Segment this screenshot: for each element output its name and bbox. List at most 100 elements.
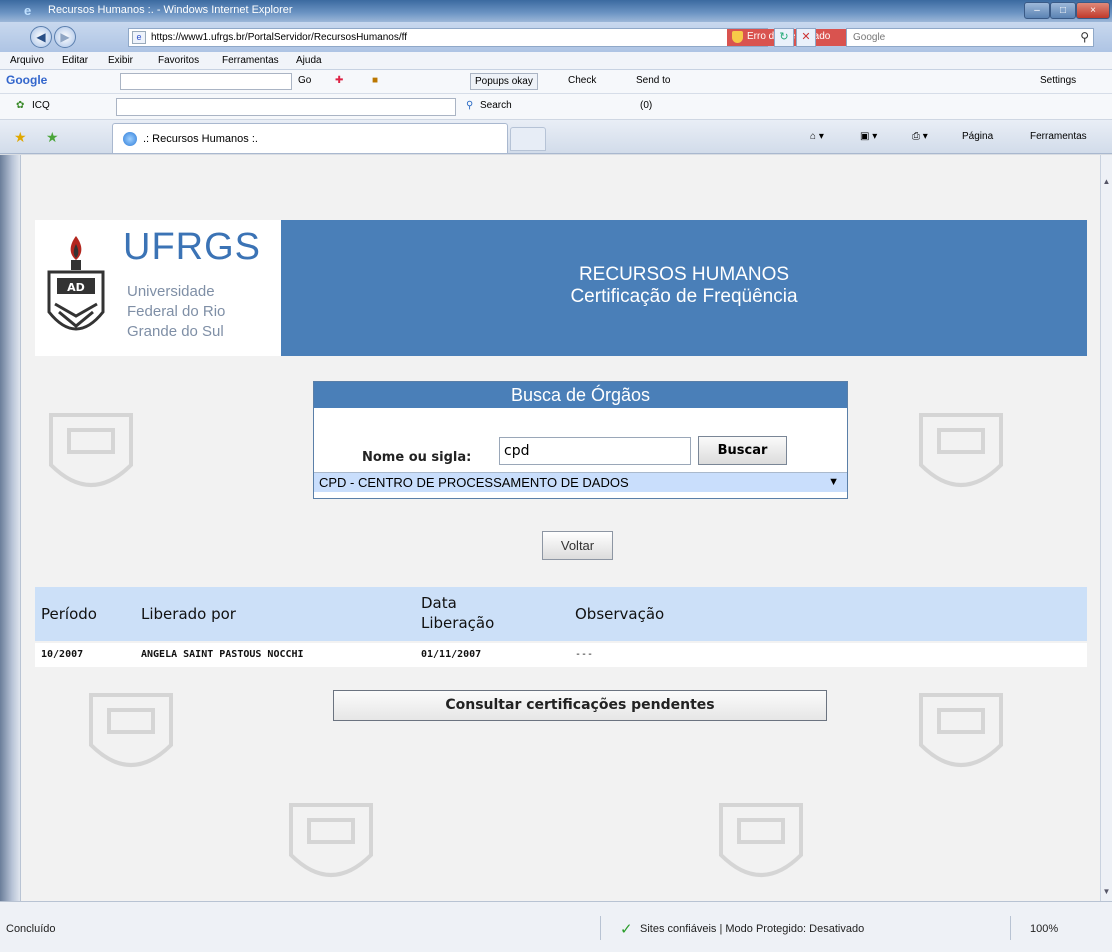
name-or-acronym-input[interactable]: cpd xyxy=(499,437,691,465)
maximize-button[interactable]: □ xyxy=(1050,2,1076,19)
menu-ajuda[interactable]: Ajuda xyxy=(296,55,322,66)
menu-bar: Arquivo Editar Exibir Favoritos Ferramen… xyxy=(0,52,1112,70)
scroll-up-icon[interactable]: ▲ xyxy=(1101,177,1112,191)
icq-search-input[interactable] xyxy=(116,98,456,116)
watermark-emblem xyxy=(919,693,1003,767)
header-banner: RECURSOS HUMANOS Certificação de Freqüên… xyxy=(281,220,1087,356)
icq-flower-icon: ✿ xyxy=(16,100,25,111)
favorites-star-icon[interactable]: ★ xyxy=(14,129,27,146)
close-button[interactable]: × xyxy=(1076,2,1110,19)
trusted-check-icon: ✓ xyxy=(620,921,633,938)
stop-button[interactable]: ✕ xyxy=(796,28,816,47)
ferramentas-menu[interactable]: Ferramentas xyxy=(1030,131,1087,142)
search-icon[interactable]: ⚲ xyxy=(1080,30,1089,44)
icq-logo: ICQ xyxy=(32,100,50,111)
feeds-icon[interactable]: ▣ ▾ xyxy=(860,131,877,142)
menu-ferramentas[interactable]: Ferramentas xyxy=(222,55,279,66)
watermark-emblem xyxy=(289,803,373,877)
ufrgs-logo: AD UFRGS Universidade Federal do Rio Gra… xyxy=(35,220,281,356)
header-observacao: Observação xyxy=(575,605,665,623)
ie-logo-icon: e xyxy=(24,3,32,18)
search-panel-header: Busca de Órgãos xyxy=(314,382,847,408)
address-toolbar: ◀ ▶ e https://www1.ufrgs.br/PortalServid… xyxy=(0,22,1112,52)
table-row: 10/2007 ANGELA SAINT PASTOUS NOCCHI 01/1… xyxy=(35,643,1087,667)
menu-exibir[interactable]: Exibir xyxy=(108,55,133,66)
buscar-button[interactable]: Buscar xyxy=(698,436,787,465)
header-liberado-por: Liberado por xyxy=(141,605,236,623)
status-text: Concluído xyxy=(6,923,56,935)
voltar-button[interactable]: Voltar xyxy=(542,531,613,560)
url-field[interactable]: e https://www1.ufrgs.br/PortalServidor/R… xyxy=(128,28,895,47)
forward-button[interactable]: ▶ xyxy=(54,26,76,48)
cell-data-liberacao: 01/11/2007 xyxy=(421,649,482,660)
refresh-button[interactable]: ↻ xyxy=(774,28,794,47)
tab-bar: ★ ★ .: Recursos Humanos :. ⌂ ▾ ▣ ▾ ⎙ ▾ P… xyxy=(0,120,1112,154)
back-button[interactable]: ◀ xyxy=(30,26,52,48)
google-go-button[interactable]: Go xyxy=(298,75,311,86)
tab-title: .: Recursos Humanos :. xyxy=(143,133,258,145)
zoom-level[interactable]: 100% xyxy=(1030,923,1058,935)
menu-arquivo[interactable]: Arquivo xyxy=(10,55,44,66)
page-icon: e xyxy=(132,31,146,44)
tab-recursos-humanos[interactable]: .: Recursos Humanos :. xyxy=(112,123,508,153)
icq-search-icon: ⚲ xyxy=(466,100,474,111)
watermark-emblem xyxy=(49,413,133,487)
check-button[interactable]: Check xyxy=(568,75,596,86)
logo-subtitle: Universidade Federal do Rio Grande do Su… xyxy=(127,282,225,342)
page-viewport: AD UFRGS Universidade Federal do Rio Gra… xyxy=(20,155,1102,901)
logo-sub-line: Federal do Rio xyxy=(127,303,226,320)
security-zone[interactable]: Sites confiáveis | Modo Protegido: Desat… xyxy=(640,923,864,935)
consultar-pendentes-button[interactable]: Consultar certificações pendentes xyxy=(333,690,827,721)
icq-mail-count[interactable]: (0) xyxy=(640,100,652,111)
name-or-acronym-label: Nome ou sigla: xyxy=(362,450,472,465)
cell-liberado-por: ANGELA SAINT PASTOUS NOCCHI xyxy=(141,649,304,660)
popups-button[interactable]: Popups okay xyxy=(470,73,538,90)
watermark-emblem xyxy=(719,803,803,877)
logo-sub-line: Universidade xyxy=(127,283,215,300)
print-icon[interactable]: ⎙ ▾ xyxy=(912,131,928,142)
banner-subtitle: Certificação de Freqüência xyxy=(570,286,798,307)
pagina-menu[interactable]: Página xyxy=(962,131,993,142)
dropdown-arrow-icon[interactable]: ▼ xyxy=(828,476,839,488)
svg-text:AD: AD xyxy=(67,281,85,294)
icq-search-button[interactable]: Search xyxy=(480,100,512,111)
settings-button[interactable]: Settings xyxy=(1040,75,1076,86)
logo-sub-line: Grande do Sul xyxy=(127,323,224,340)
table-header: Período Liberado por Data Liberação Obse… xyxy=(35,587,1087,641)
watermark-emblem xyxy=(89,693,173,767)
logo-title: UFRGS xyxy=(123,226,261,268)
header-periodo: Período xyxy=(41,605,97,623)
send-to-button[interactable]: Send to xyxy=(636,75,670,86)
add-favorites-icon[interactable]: ★ xyxy=(46,129,59,146)
minimize-button[interactable]: – xyxy=(1024,2,1050,19)
orgao-selected-value: CPD - CENTRO DE PROCESSAMENTO DE DADOS xyxy=(319,475,629,490)
google-bookmark-icon[interactable]: ✚ xyxy=(335,75,343,86)
header-data-liberacao: Data Liberação xyxy=(421,594,495,632)
status-bar: Concluído ✓ Sites confiáveis | Modo Prot… xyxy=(0,901,1112,952)
google-search-input[interactable] xyxy=(120,73,292,90)
google-news-icon[interactable]: ■ xyxy=(372,75,378,86)
window-titlebar: e Recursos Humanos :. - Windows Internet… xyxy=(0,0,1112,22)
search-input[interactable]: Google ⚲ xyxy=(846,28,1094,47)
vertical-scrollbar[interactable]: ▲ ▼ xyxy=(1100,155,1112,901)
google-toolbar: Google Go ✚ ■ Popups okay Check Send to … xyxy=(0,70,1112,94)
window-title: Recursos Humanos :. - Windows Internet E… xyxy=(48,4,293,16)
new-tab-button[interactable] xyxy=(510,127,546,151)
home-icon[interactable]: ⌂ ▾ xyxy=(810,131,824,142)
banner-title: RECURSOS HUMANOS xyxy=(578,264,790,285)
search-panel: Busca de Órgãos Nome ou sigla: cpd Busca… xyxy=(313,381,848,499)
menu-editar[interactable]: Editar xyxy=(62,55,88,66)
ie-tab-icon xyxy=(123,132,137,146)
status-separator xyxy=(1010,916,1011,940)
status-separator xyxy=(600,916,601,940)
watermark-emblem xyxy=(919,413,1003,487)
scroll-down-icon[interactable]: ▼ xyxy=(1101,887,1112,901)
icq-toolbar: ✿ ICQ ⚲ Search (0) xyxy=(0,94,1112,120)
cell-observacao: --- xyxy=(575,649,594,660)
ufrgs-emblem-icon: AD xyxy=(47,236,105,331)
google-logo: Google xyxy=(6,73,48,87)
menu-favoritos[interactable]: Favoritos xyxy=(158,55,199,66)
cell-periodo: 10/2007 xyxy=(41,649,84,660)
orgao-select[interactable]: CPD - CENTRO DE PROCESSAMENTO DE DADOS ▼ xyxy=(314,472,847,492)
search-placeholder: Google xyxy=(853,32,886,43)
